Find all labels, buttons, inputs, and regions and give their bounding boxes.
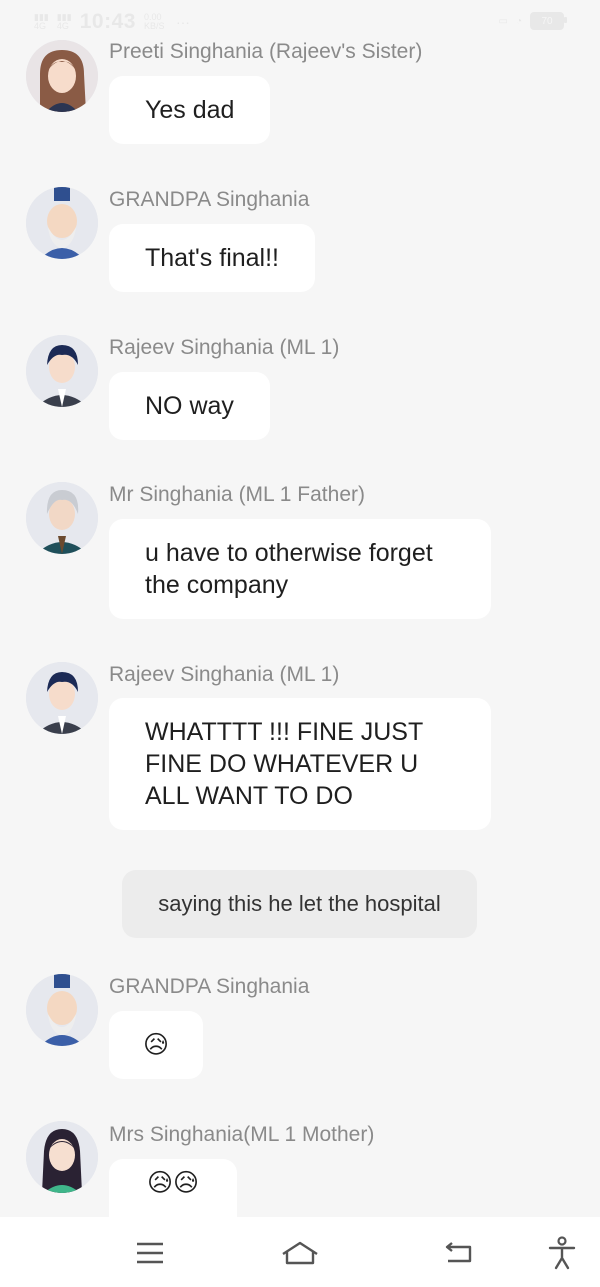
menu-icon[interactable] bbox=[128, 1231, 172, 1275]
clock: 10:43 bbox=[79, 10, 136, 33]
net-speed: 0.00 KB/S bbox=[143, 12, 165, 31]
accessibility-icon[interactable] bbox=[540, 1231, 584, 1275]
young-man-suit-avatar[interactable] bbox=[26, 335, 98, 407]
message-bubble[interactable]: WHATTTT !!! FINE JUST FINE DO WHATEVER U… bbox=[109, 698, 491, 830]
sender-name: Preeti Singhania (Rajeev's Sister) bbox=[109, 40, 423, 63]
more-dots-icon: ··· bbox=[175, 14, 190, 30]
signal-icon-2: ▮▮▮ 4G bbox=[56, 12, 72, 31]
message-bubble[interactable]: 😥😥 bbox=[109, 1159, 237, 1217]
young-man-suit-avatar[interactable] bbox=[26, 662, 98, 734]
sender-name: Mr Singhania (ML 1 Father) bbox=[109, 483, 365, 506]
battery-level: 70 bbox=[541, 15, 553, 27]
wifi-icon: ◔ bbox=[515, 15, 522, 27]
home-icon[interactable] bbox=[278, 1231, 322, 1275]
signal-icon-1: ▮▮▮ 4G bbox=[34, 12, 49, 31]
old-man-beard-avatar[interactable] bbox=[26, 974, 98, 1046]
sender-name: GRANDPA Singhania bbox=[109, 975, 310, 998]
sender-name: Mrs Singhania(ML 1 Mother) bbox=[109, 1123, 375, 1146]
volte-icon: ▭ bbox=[498, 15, 508, 27]
old-man-beard-avatar[interactable] bbox=[26, 187, 98, 259]
grey-hair-man-avatar[interactable] bbox=[26, 482, 98, 554]
message-bubble[interactable]: NO way bbox=[109, 372, 270, 440]
sender-name: Rajeev Singhania (ML 1) bbox=[109, 336, 340, 359]
woman-dark-hair-avatar[interactable] bbox=[26, 1121, 98, 1193]
sender-name: GRANDPA Singhania bbox=[109, 188, 310, 211]
back-icon[interactable] bbox=[436, 1231, 480, 1275]
message-bubble[interactable]: Yes dad bbox=[109, 76, 271, 144]
message-bubble[interactable]: u have to otherwise forget the company bbox=[109, 519, 491, 619]
battery-icon: 70 bbox=[530, 12, 567, 30]
status-bar: ▮▮▮ 4G ▮▮▮ 4G 10:43 0.00 KB/S ··· ▭ ◔ 70 bbox=[0, 0, 600, 44]
girl-brown-hair-avatar[interactable] bbox=[26, 40, 98, 112]
navigation-bar bbox=[0, 1217, 600, 1287]
sender-name: Rajeev Singhania (ML 1) bbox=[109, 663, 340, 686]
message-bubble[interactable]: That's final!! bbox=[109, 224, 315, 292]
narration-bubble[interactable]: saying this he let the hospital bbox=[122, 870, 477, 938]
message-bubble[interactable]: 😥 bbox=[109, 1011, 203, 1079]
